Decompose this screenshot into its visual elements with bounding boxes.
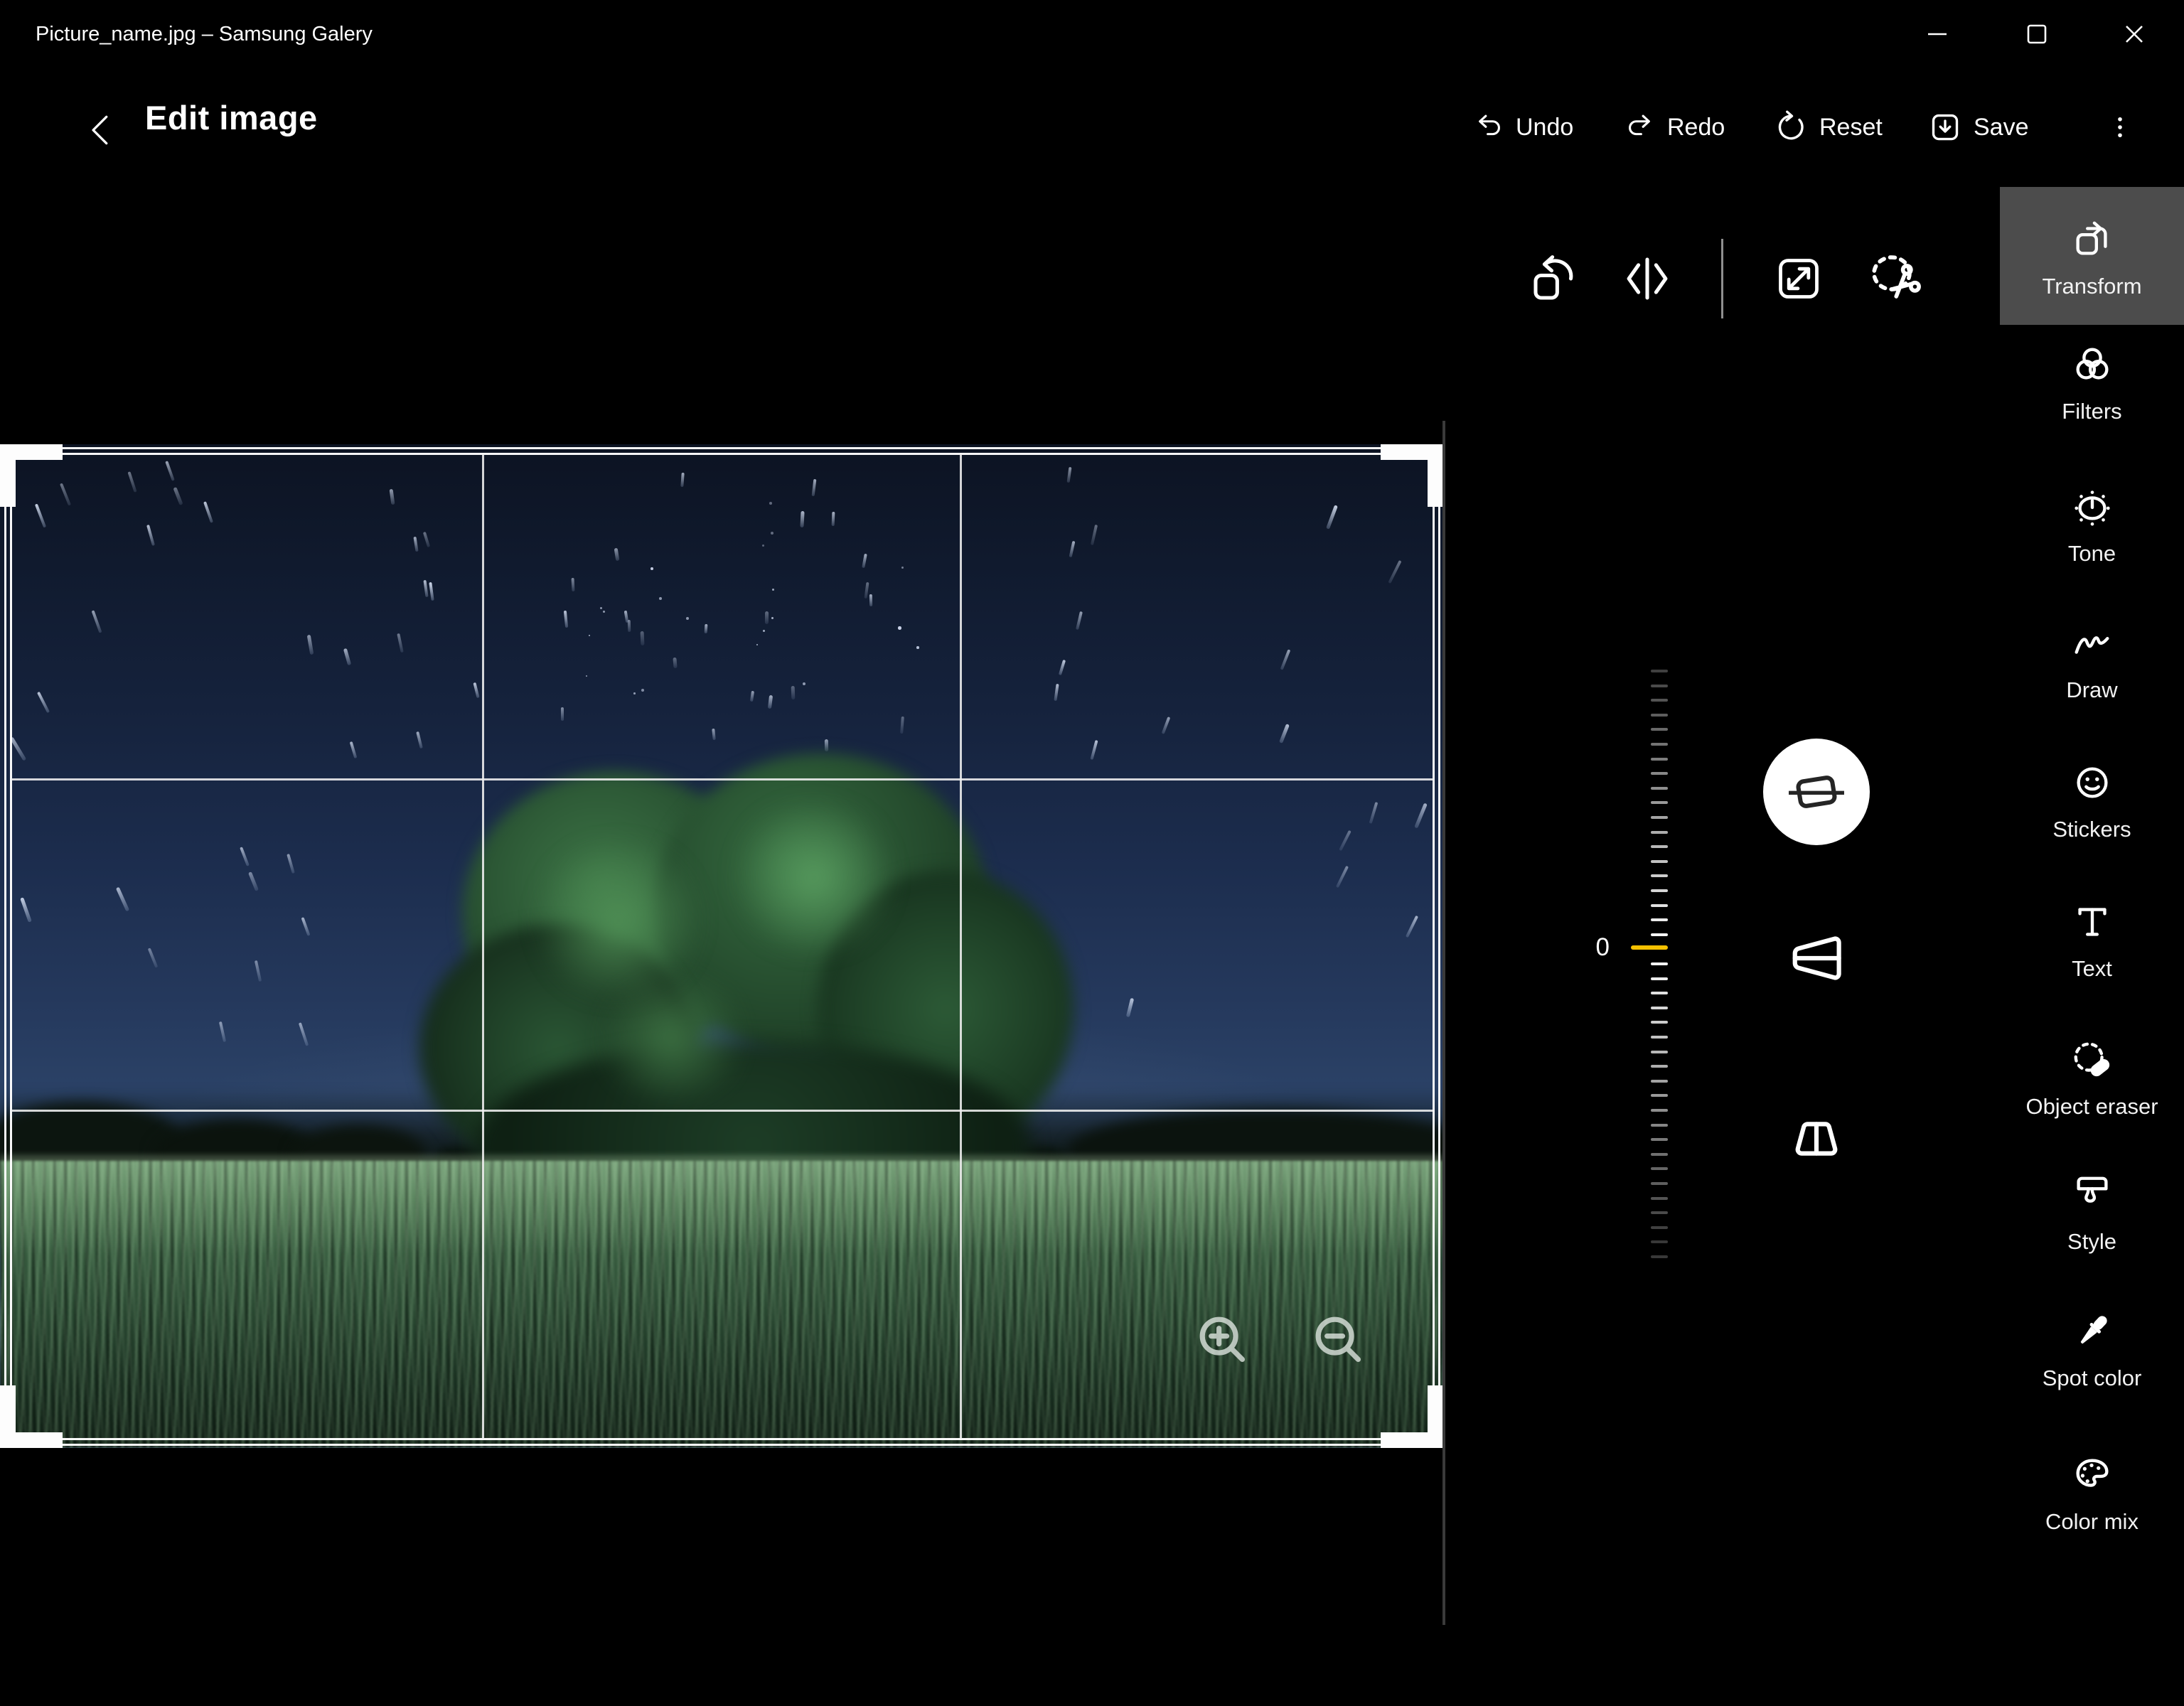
object-eraser-icon: [2070, 1038, 2114, 1082]
mode-horizontal-perspective-button[interactable]: [1784, 926, 1849, 991]
crop-handle-top-right[interactable]: [1428, 444, 1443, 507]
sidebar-item-spot-color[interactable]: Spot color: [2000, 1279, 2184, 1417]
reset-icon: [1774, 110, 1808, 144]
save-label: Save: [1974, 114, 2029, 141]
zoom-in-icon: [1190, 1307, 1261, 1378]
tone-icon: [2070, 485, 2114, 529]
minimize-icon: [1927, 23, 1948, 45]
zoom-out-icon: [1306, 1307, 1377, 1378]
undo-label: Undo: [1516, 114, 1573, 141]
save-icon: [1928, 110, 1962, 144]
zoom-in-button[interactable]: [1190, 1307, 1261, 1378]
draw-icon: [2070, 621, 2114, 665]
resize-button[interactable]: [1772, 252, 1826, 306]
straighten-value: 0: [1563, 933, 1610, 962]
canvas-divider: [1442, 421, 1445, 1625]
maximize-button[interactable]: [2014, 11, 2060, 57]
style-icon: [2070, 1173, 2114, 1217]
crop-handle-bottom-right[interactable]: [1428, 1385, 1443, 1448]
crop-handle-top-left[interactable]: [0, 444, 16, 507]
redo-label: Redo: [1667, 114, 1725, 141]
undo-icon: [1473, 112, 1504, 143]
redo-icon: [1624, 112, 1656, 143]
sidebar-item-text[interactable]: Text: [2000, 869, 2184, 1007]
straighten-zero-line: [1631, 945, 1668, 950]
sidebar-item-transform[interactable]: Transform: [2000, 187, 2184, 325]
sidebar-label: Tone: [2068, 541, 2116, 567]
sidebar-item-filters[interactable]: Filters: [2000, 312, 2184, 450]
color-mix-icon: [2070, 1453, 2114, 1497]
sidebar-label: Filters: [2062, 399, 2121, 424]
close-button[interactable]: [2111, 11, 2157, 57]
sidebar-label: Text: [2072, 956, 2112, 982]
sidebar-label: Draw: [2066, 677, 2117, 703]
lasso-crop-icon: [1867, 250, 1924, 307]
save-button[interactable]: Save: [1928, 100, 2029, 155]
rotate-left-icon: [1529, 253, 1580, 304]
sidebar-label: Color mix: [2045, 1509, 2138, 1535]
straighten-icon: [1786, 761, 1847, 822]
toolbar-divider: [1721, 239, 1723, 318]
window-title: Picture_name.jpg – Samsung Galery: [36, 0, 373, 68]
kebab-menu-icon: [2106, 110, 2134, 144]
back-button[interactable]: [80, 105, 125, 155]
resize-icon: [1774, 254, 1823, 303]
mode-straighten-button[interactable]: [1763, 739, 1870, 845]
more-options-button[interactable]: [2106, 100, 2134, 155]
mode-vertical-perspective-button[interactable]: [1784, 1106, 1849, 1171]
sidebar-label: Spot color: [2043, 1366, 2142, 1391]
maximize-icon: [2026, 23, 2048, 45]
page-title: Edit image: [145, 98, 318, 137]
photo-canvas[interactable]: [0, 444, 1443, 1448]
sidebar-label: Object eraser: [2025, 1094, 2158, 1120]
reset-button[interactable]: Reset: [1774, 100, 1883, 155]
minimize-button[interactable]: [1915, 11, 1960, 57]
sidebar-item-stickers[interactable]: Stickers: [2000, 730, 2184, 868]
spot-color-icon: [2070, 1309, 2114, 1353]
filters-icon: [2070, 343, 2114, 387]
sidebar-item-style[interactable]: Style: [2000, 1142, 2184, 1280]
title-bar: Picture_name.jpg – Samsung Galery: [0, 0, 2184, 68]
rotate-left-button[interactable]: [1526, 250, 1583, 307]
sidebar-item-object-eraser[interactable]: Object eraser: [2000, 1007, 2184, 1145]
flip-horizontal-icon: [1622, 253, 1673, 304]
sidebar-item-tone[interactable]: Tone: [2000, 454, 2184, 592]
undo-button[interactable]: Undo: [1473, 100, 1573, 155]
redo-button[interactable]: Redo: [1624, 100, 1725, 155]
sidebar-label: Style: [2067, 1229, 2116, 1255]
flip-horizontal-button[interactable]: [1619, 250, 1676, 307]
sidebar-item-draw[interactable]: Draw: [2000, 591, 2184, 729]
vertical-perspective-icon: [1785, 1107, 1848, 1170]
transform-icon: [2070, 218, 2114, 262]
horizontal-perspective-icon: [1785, 927, 1848, 989]
zoom-out-button[interactable]: [1306, 1307, 1377, 1378]
lasso-crop-button[interactable]: [1866, 249, 1925, 309]
close-icon: [2124, 23, 2145, 45]
photo-grass-highlight: [0, 1155, 1443, 1255]
sidebar-label: Stickers: [2052, 817, 2131, 842]
sidebar-item-color-mix[interactable]: Color mix: [2000, 1422, 2184, 1560]
back-chevron-icon: [86, 109, 119, 151]
stickers-icon: [2070, 761, 2114, 805]
sidebar-label: Transform: [2042, 274, 2141, 299]
crop-handle-bottom-left[interactable]: [0, 1385, 16, 1448]
reset-label: Reset: [1819, 114, 1883, 141]
text-icon: [2070, 900, 2114, 944]
